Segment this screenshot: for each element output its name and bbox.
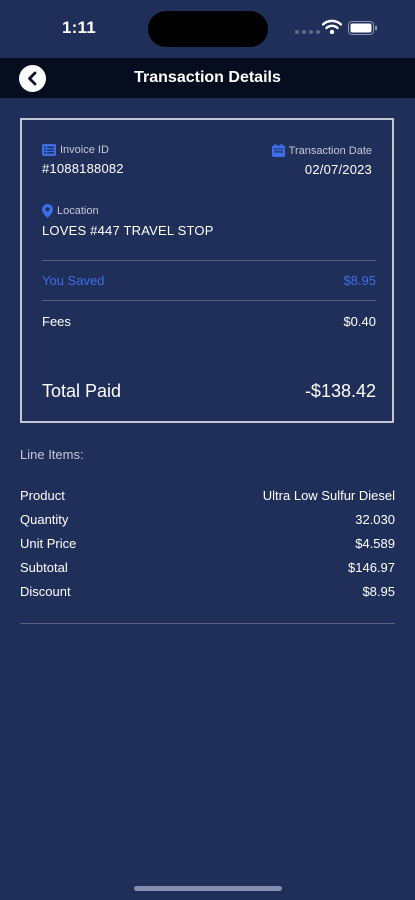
invoice-id-field: Invoice ID #1088188082 <box>42 144 124 176</box>
status-time: 1:11 <box>62 18 96 37</box>
cellular-signal-icon <box>295 30 320 34</box>
line-item-discount: Discount $8.95 <box>20 584 395 608</box>
you-saved-row: You Saved $8.95 <box>42 273 376 288</box>
line-item-value: $146.97 <box>348 560 395 575</box>
location-field: Location LOVES #447 TRAVEL STOP <box>42 204 214 238</box>
line-item-unit-price: Unit Price $4.589 <box>20 536 395 560</box>
line-item-label: Product <box>20 488 65 503</box>
line-item-quantity: Quantity 32.030 <box>20 512 395 536</box>
line-items-heading: Line Items: <box>20 447 84 462</box>
line-item-value: Ultra Low Sulfur Diesel <box>262 488 395 503</box>
map-pin-icon <box>42 204 53 218</box>
fees-label: Fees <box>42 314 71 329</box>
location-value: LOVES #447 TRAVEL STOP <box>42 223 214 238</box>
transaction-date-field: Transaction Date 02/07/2023 <box>271 144 372 177</box>
fees-row: Fees $0.40 <box>42 314 376 329</box>
line-item-label: Quantity <box>20 512 69 527</box>
battery-icon <box>348 21 377 35</box>
total-paid-label: Total Paid <box>42 381 122 401</box>
line-item-label: Unit Price <box>20 536 77 551</box>
home-indicator[interactable] <box>134 886 282 891</box>
dynamic-island <box>148 11 268 47</box>
line-item-value: $8.95 <box>362 584 395 599</box>
divider <box>20 623 395 624</box>
fees-value: $0.40 <box>343 314 376 329</box>
line-item-value: 32.030 <box>355 512 395 527</box>
divider <box>42 260 376 261</box>
status-bar: 1:11 <box>0 0 415 58</box>
location-label: Location <box>57 205 99 217</box>
transaction-summary-card: Invoice ID #1088188082 Transaction Date … <box>20 118 394 423</box>
transaction-date-value: 02/07/2023 <box>304 162 372 177</box>
calendar-icon <box>271 144 285 157</box>
line-item-label: Discount <box>20 584 71 599</box>
total-paid-row: Total Paid -$138.42 <box>42 381 376 402</box>
line-item-subtotal: Subtotal $146.97 <box>20 560 395 584</box>
transaction-date-label: Transaction Date <box>288 144 372 157</box>
invoice-id-value: #1088188082 <box>42 161 124 176</box>
line-item-product: Product Ultra Low Sulfur Diesel <box>20 488 395 512</box>
you-saved-label: You Saved <box>42 273 105 288</box>
wifi-icon <box>322 19 342 35</box>
line-item-value: $4.589 <box>355 536 395 551</box>
page-title: Transaction Details <box>134 69 281 86</box>
divider <box>42 300 376 301</box>
you-saved-value: $8.95 <box>343 273 376 288</box>
total-paid-value: -$138.42 <box>304 381 376 401</box>
invoice-id-label: Invoice ID <box>60 144 109 156</box>
list-icon <box>42 144 56 156</box>
line-items-list: Product Ultra Low Sulfur Diesel Quantity… <box>20 488 395 608</box>
nav-bar: Transaction Details <box>0 58 415 98</box>
line-item-label: Subtotal <box>20 560 68 575</box>
